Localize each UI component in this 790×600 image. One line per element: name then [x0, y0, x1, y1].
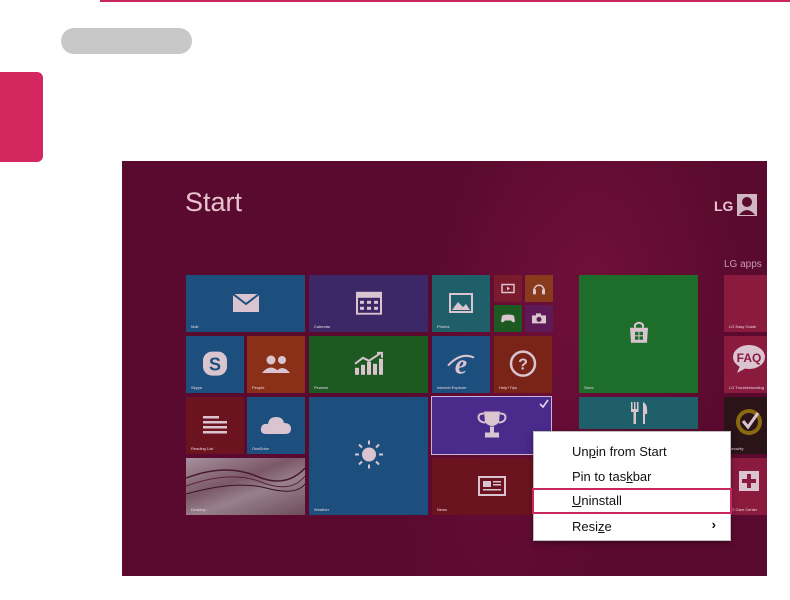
- tile-label: LG Easy Guide: [729, 324, 757, 329]
- tile-games[interactable]: [494, 305, 522, 332]
- mail-icon: [231, 292, 260, 312]
- section-pill: [61, 28, 192, 54]
- faq-icon: FAQ: [733, 345, 765, 373]
- care-icon: [739, 471, 759, 491]
- tile-photos[interactable]: Photos: [432, 275, 490, 332]
- security-icon: [736, 409, 762, 435]
- tile-label: Skype: [191, 385, 203, 390]
- tile-label: Reading List: [191, 446, 214, 451]
- tile-camera[interactable]: [525, 305, 553, 332]
- menu-item-pin-to-taskbar[interactable]: Pin to taskbar: [534, 466, 730, 488]
- menu-item-resize[interactable]: Resize ›: [534, 516, 730, 538]
- tile-weather[interactable]: Weather: [309, 397, 428, 515]
- side-tab: [0, 72, 43, 162]
- tile-people[interactable]: People: [247, 336, 305, 393]
- tile-skype[interactable]: S Skype: [186, 336, 244, 393]
- skype-icon: S: [203, 351, 227, 376]
- food-icon: [631, 402, 648, 424]
- tile-label: Security: [729, 446, 744, 451]
- user-avatar-icon[interactable]: [737, 194, 757, 216]
- camera-icon: [532, 312, 546, 323]
- tile-label: News: [437, 507, 448, 512]
- tile-label: Store: [584, 385, 594, 390]
- svg-text:FAQ: FAQ: [737, 351, 762, 365]
- people-icon: [262, 355, 290, 373]
- tile-lg-easy-guide[interactable]: LG Easy Guide: [724, 275, 767, 332]
- photos-icon: [449, 292, 473, 313]
- tile-food-drink[interactable]: [579, 397, 698, 429]
- tile-music[interactable]: [525, 275, 553, 302]
- weather-icon: [354, 440, 383, 469]
- trophy-icon: [477, 411, 506, 437]
- selected-check-icon: [539, 399, 549, 409]
- submenu-arrow-icon: ›: [711, 517, 716, 532]
- tile-store[interactable]: Store: [579, 275, 698, 393]
- svg-text:?: ?: [518, 356, 528, 373]
- finance-icon: [353, 351, 383, 375]
- tile-label: Weather: [314, 507, 330, 512]
- user-name[interactable]: LG: [714, 198, 733, 214]
- tile-lg-troubleshooting[interactable]: FAQ LG Troubleshooting: [724, 336, 767, 393]
- tile-internet-explorer[interactable]: e Internet Explorer: [432, 336, 490, 393]
- tile-label: People: [252, 385, 265, 390]
- music-icon: [533, 284, 545, 294]
- tile-desktop[interactable]: Desktop: [186, 458, 305, 515]
- calendar-icon: [355, 291, 382, 315]
- games-icon: [501, 314, 515, 322]
- tile-help-tips[interactable]: ? Help+Tips: [494, 336, 552, 393]
- menu-item-uninstall[interactable]: Uninstall: [532, 488, 732, 514]
- tile-label: Help+Tips: [499, 385, 517, 390]
- tile-label: OneDrive: [252, 446, 269, 451]
- news-icon: [477, 475, 506, 496]
- tile-reading-list[interactable]: Reading List: [186, 397, 244, 454]
- tile-label: LG Care Center: [729, 507, 758, 512]
- tile-finance[interactable]: Finance: [309, 336, 428, 393]
- ie-icon: e: [447, 349, 475, 377]
- tile-label: Internet Explorer: [437, 385, 467, 390]
- video-icon: [501, 283, 515, 293]
- lg-apps-label: LG apps: [724, 259, 762, 270]
- context-menu: Unpin from Start Pin to taskbar Uninstal…: [532, 431, 732, 541]
- tile-label: LG Troubleshooting: [729, 385, 764, 390]
- reading-list-icon: [203, 415, 227, 433]
- tile-label: Desktop: [191, 507, 206, 512]
- tile-label: Finance: [314, 385, 329, 390]
- menu-item-unpin-from-start[interactable]: Unpin from Start: [534, 441, 730, 463]
- tile-video[interactable]: [494, 275, 522, 302]
- tile-label: Photos: [437, 324, 450, 329]
- cloud-icon: [260, 416, 291, 434]
- svg-text:S: S: [209, 354, 221, 374]
- tile-label: Calendar: [314, 324, 331, 329]
- tile-mail[interactable]: Mail: [186, 275, 305, 332]
- help-icon: ?: [509, 349, 537, 377]
- header-rule: [100, 0, 790, 2]
- tile-onedrive[interactable]: OneDrive: [247, 397, 305, 454]
- tile-calendar[interactable]: Calendar: [309, 275, 428, 332]
- store-icon: [629, 321, 648, 343]
- svg-text:e: e: [455, 349, 467, 377]
- start-title: Start: [185, 187, 243, 217]
- tile-label: Mail: [191, 324, 199, 329]
